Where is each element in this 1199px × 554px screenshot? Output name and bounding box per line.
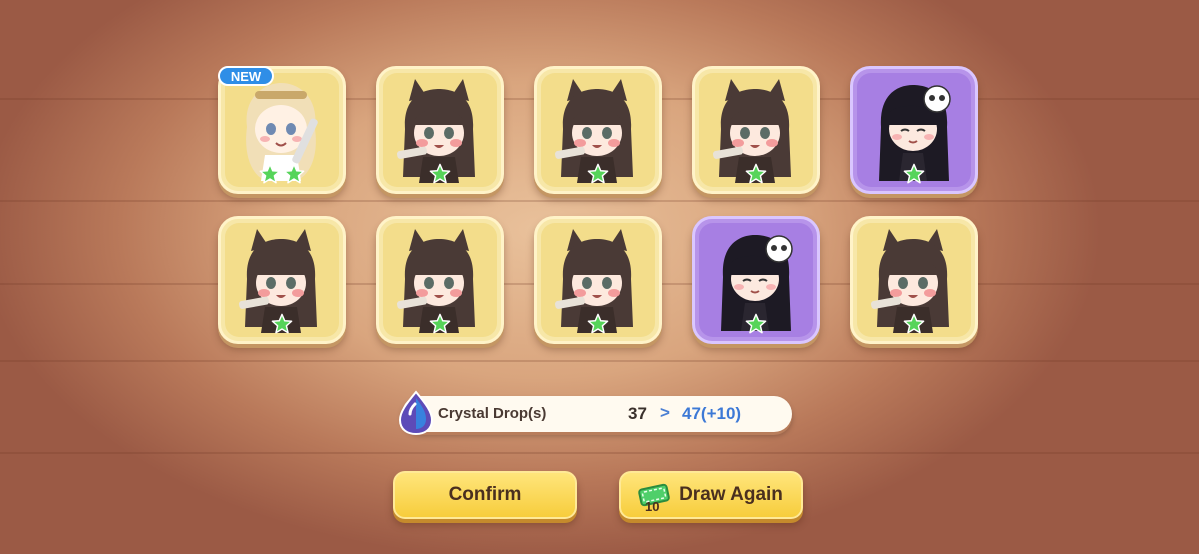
result-card[interactable] — [692, 216, 820, 344]
green-star-icon — [283, 163, 305, 184]
draw-results-grid — [218, 66, 998, 348]
crystal-drop-icon — [398, 390, 434, 436]
draw-again-button[interactable]: 10 Draw Again — [619, 471, 803, 519]
green-star-icon — [903, 163, 925, 184]
result-card[interactable] — [534, 66, 662, 194]
star-rating — [221, 313, 343, 335]
confirm-button-label: Confirm — [448, 484, 522, 505]
green-star-icon — [587, 313, 609, 334]
green-star-icon — [429, 163, 451, 184]
star-rating — [221, 163, 343, 185]
crystal-drop-bar: Crystal Drop(s) 37 > 47(+10) — [398, 390, 792, 436]
result-card[interactable] — [850, 216, 978, 344]
star-rating — [379, 163, 501, 185]
result-card[interactable] — [376, 66, 504, 194]
star-rating — [537, 163, 659, 185]
green-star-icon — [903, 313, 925, 334]
crystal-label: Crystal Drop(s) — [438, 405, 547, 422]
green-star-icon — [429, 313, 451, 334]
result-card[interactable] — [692, 66, 820, 194]
crystal-old-value: 37 — [628, 404, 647, 423]
crystal-arrow: > — [660, 403, 670, 422]
confirm-button[interactable]: Confirm — [393, 471, 577, 519]
draw-ticket-count: 10 — [645, 499, 660, 514]
green-star-icon — [259, 163, 281, 184]
result-card[interactable] — [218, 216, 346, 344]
star-rating — [853, 313, 975, 335]
green-star-icon — [271, 313, 293, 334]
result-card[interactable] — [850, 66, 978, 194]
star-rating — [695, 313, 817, 335]
star-rating — [695, 163, 817, 185]
green-star-icon — [745, 313, 767, 334]
star-rating — [853, 163, 975, 185]
star-rating — [379, 313, 501, 335]
result-card[interactable] — [534, 216, 662, 344]
draw-again-label: Draw Again — [679, 484, 783, 505]
result-card[interactable] — [376, 216, 504, 344]
star-rating — [537, 313, 659, 335]
new-badge: NEW — [218, 66, 274, 86]
green-star-icon — [587, 163, 609, 184]
green-star-icon — [745, 163, 767, 184]
crystal-new-value: 47(+10) — [682, 404, 742, 423]
